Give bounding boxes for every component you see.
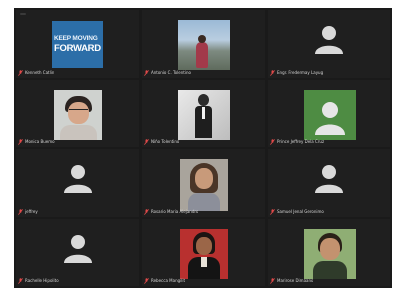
participant-tile[interactable]: jeffrey [16, 149, 139, 217]
mic-muted-icon [270, 208, 275, 215]
participant-name-bar: Antonio C. Tolentino [144, 68, 191, 77]
participant-name-bar: Rebecca Mangilit [144, 276, 185, 285]
user-avatar-icon [312, 161, 346, 199]
person-top [313, 261, 347, 279]
participant-name: Rebecca Mangilit [151, 278, 186, 283]
person-shirt [202, 107, 205, 119]
mic-muted-icon [270, 277, 275, 284]
user-avatar-icon [313, 99, 347, 139]
mic-muted-icon [144, 208, 149, 215]
participant-name-bar: Samuel Jenal Geronimo [270, 207, 324, 216]
participant-video [180, 229, 228, 279]
participant-tile[interactable]: Prince Jeffrey Dela Cruz [268, 80, 390, 147]
mic-muted-icon [18, 277, 23, 284]
mic-muted-icon [144, 277, 149, 284]
person-face [320, 238, 340, 260]
participant-tile[interactable]: KEEP MOVING FORWARD Kenneth Catlin [16, 10, 139, 78]
participant-name: Samuel Jenal Geronimo [277, 209, 324, 214]
participant-tile[interactable]: Niño Tolentino [142, 80, 265, 147]
user-avatar-icon [61, 231, 95, 269]
person-figure [196, 42, 208, 68]
participant-name-bar: Rosario Maria Alejandro [144, 207, 198, 216]
participant-tile[interactable]: Rachelle Hipolito [16, 219, 139, 286]
participant-name: Rosario Maria Alejandro [151, 209, 199, 214]
mic-muted-icon [270, 138, 275, 145]
participant-video [178, 90, 230, 140]
person-collar [201, 257, 207, 267]
participant-tile[interactable]: Samuel Jenal Geronimo [268, 149, 390, 217]
participant-video [304, 229, 356, 279]
participant-name: Engr. Fredermay Layug [277, 70, 324, 75]
person-head [198, 94, 209, 106]
person-shirt [60, 125, 97, 140]
mic-muted-icon [144, 138, 149, 145]
participant-tile[interactable]: Engr. Fredermay Layug [268, 10, 390, 78]
participant-name-bar: Marirose Dimaano [270, 276, 313, 285]
person-glasses [69, 109, 88, 114]
video-gallery: KEEP MOVING FORWARD Kenneth Catlin Anton… [14, 8, 392, 288]
participant-name-bar: Kenneth Catlin [18, 68, 54, 77]
user-avatar-icon [61, 161, 95, 199]
participant-tile[interactable]: Marirose Dimaano [268, 219, 390, 286]
person-head [198, 35, 206, 43]
person-face [195, 168, 213, 189]
participant-video [54, 90, 102, 140]
user-avatar-icon [312, 22, 346, 60]
participant-name: Marirose Dimaano [277, 278, 314, 283]
participant-tile[interactable]: Rebecca Mangilit [142, 219, 265, 286]
participant-tile[interactable]: Monica Buemo [16, 80, 139, 147]
participant-tile[interactable]: Rosario Maria Alejandro [142, 149, 265, 217]
participant-video [180, 159, 228, 211]
participant-name-bar: jeffrey [18, 207, 38, 216]
participant-tile[interactable]: Antonio C. Tolentino [142, 10, 265, 78]
participant-name: Antonio C. Tolentino [151, 70, 191, 75]
participant-name: Rachelle Hipolito [25, 278, 59, 283]
poster-text-line1: KEEP MOVING [54, 35, 98, 42]
participant-name-bar: Niño Tolentino [144, 137, 179, 146]
view-badge[interactable] [20, 13, 26, 15]
person-face [196, 237, 212, 255]
mic-muted-icon [18, 208, 23, 215]
participant-video [178, 20, 230, 70]
mic-muted-icon [18, 69, 23, 76]
green-avatar-placeholder [304, 90, 356, 140]
participant-name: Prince Jeffrey Dela Cruz [277, 139, 325, 144]
poster-image: KEEP MOVING FORWARD [52, 21, 103, 68]
participant-name: Monica Buemo [25, 139, 55, 144]
participant-name: Niño Tolentino [151, 139, 180, 144]
poster-text-line2: FORWARD [54, 43, 101, 54]
participant-name-bar: Rachelle Hipolito [18, 276, 59, 285]
participant-name-bar: Engr. Fredermay Layug [270, 68, 323, 77]
participant-name: Kenneth Catlin [25, 70, 55, 75]
mic-muted-icon [270, 69, 275, 76]
participant-name: jeffrey [25, 209, 38, 214]
participant-name-bar: Monica Buemo [18, 137, 55, 146]
mic-muted-icon [144, 69, 149, 76]
mic-muted-icon [18, 138, 23, 145]
participant-name-bar: Prince Jeffrey Dela Cruz [270, 137, 324, 146]
